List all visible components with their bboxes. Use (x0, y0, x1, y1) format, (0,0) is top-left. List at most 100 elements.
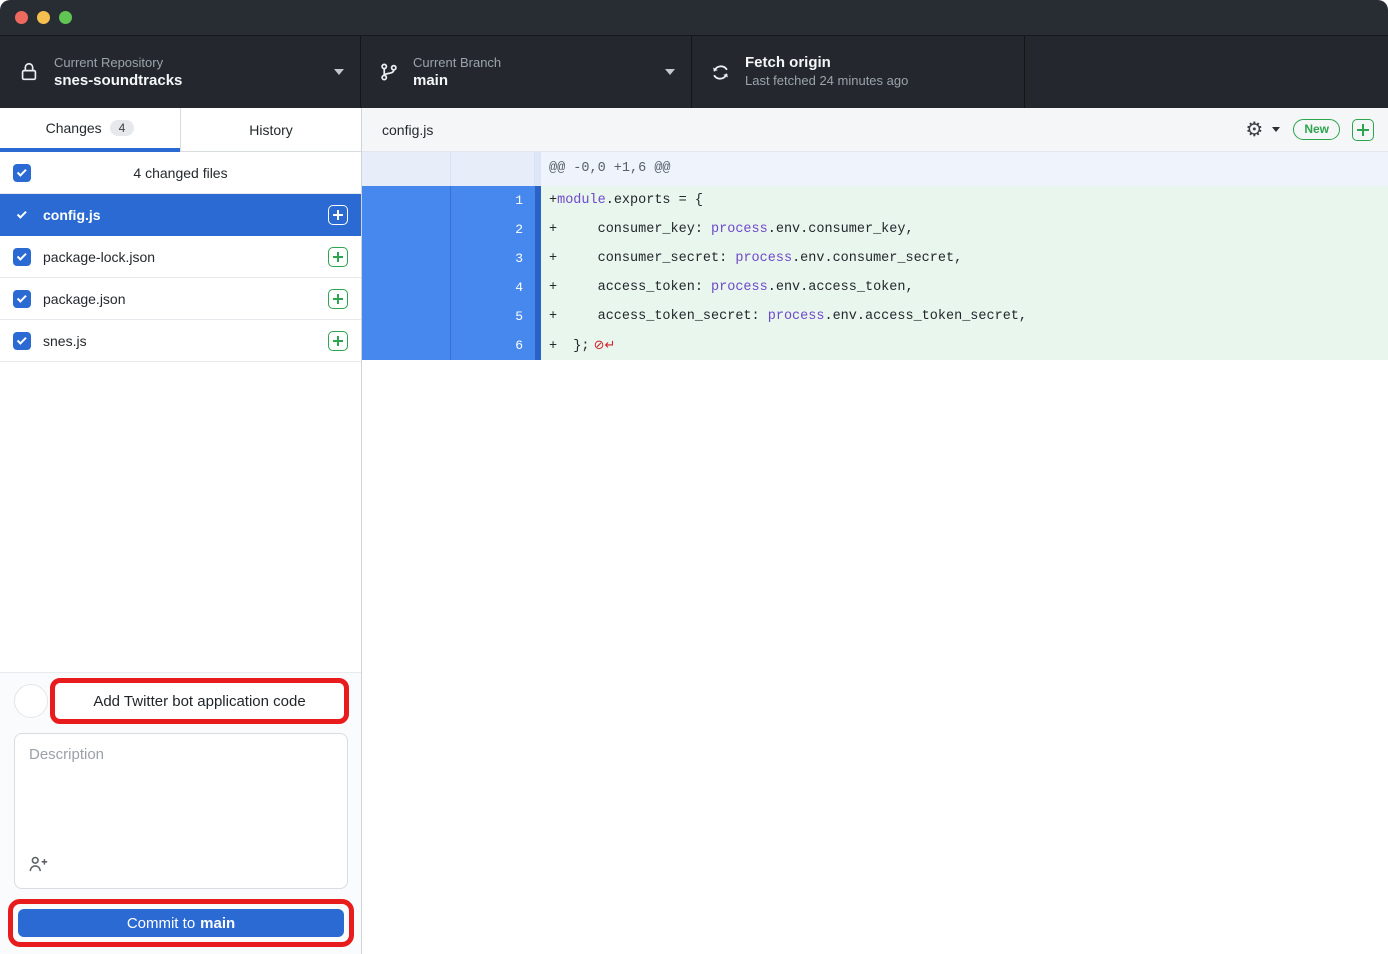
diff-gutter-old[interactable] (362, 302, 451, 331)
diff-pane: config.js ⚙ New @@ -0,0 +1,6 @@ 1+module… (362, 108, 1388, 954)
gear-icon[interactable]: ⚙ (1245, 120, 1263, 140)
diff-code-line: + consumer_key: process.env.consumer_key… (541, 215, 1388, 244)
code-segment: + }; (549, 339, 590, 354)
changed-files-header[interactable]: 4 changed files (0, 152, 361, 194)
diff-line[interactable]: 2+ consumer_key: process.env.consumer_ke… (362, 215, 1388, 244)
current-repository-value: snes-soundtracks (54, 72, 334, 89)
diff-body: @@ -0,0 +1,6 @@ 1+module.exports = {2+ c… (362, 152, 1388, 360)
file-row[interactable]: config.js (0, 194, 361, 236)
minimize-window-button[interactable] (37, 11, 50, 24)
diff-line-number[interactable]: 4 (451, 273, 535, 302)
diff-line[interactable]: 6+ }; ⊘↵ (362, 331, 1388, 360)
toolbar-spacer (1025, 36, 1388, 108)
file-name: config.js (43, 207, 316, 223)
file-name: package.json (43, 291, 316, 307)
fetch-origin-status: Last fetched 24 minutes ago (745, 73, 1008, 88)
diff-line-number[interactable]: 6 (451, 331, 535, 360)
file-row[interactable]: snes.js (0, 320, 361, 362)
hunk-gutter-old (362, 152, 451, 186)
annotation-box-summary: Add Twitter bot application code (50, 678, 349, 724)
commit-description-input[interactable]: Description (14, 733, 348, 889)
code-segment: + (549, 193, 557, 208)
diff-code-line: + access_token: process.env.access_token… (541, 273, 1388, 302)
commit-button[interactable]: Commit to main (18, 909, 344, 937)
diff-gutter-old[interactable] (362, 273, 451, 302)
code-segment: + access_token_secret: (549, 309, 768, 324)
file-checkbox[interactable] (13, 290, 31, 308)
diff-code-line: + access_token_secret: process.env.acces… (541, 302, 1388, 331)
diff-line[interactable]: 4+ access_token: process.env.access_toke… (362, 273, 1388, 302)
file-checkbox[interactable] (13, 206, 31, 224)
zoom-window-button[interactable] (59, 11, 72, 24)
diff-file-name: config.js (382, 122, 1245, 138)
chevron-down-icon (665, 69, 675, 75)
diff-line[interactable]: 5+ access_token_secret: process.env.acce… (362, 302, 1388, 331)
include-file-plus-icon[interactable] (328, 289, 348, 309)
file-checkbox[interactable] (13, 248, 31, 266)
file-row[interactable]: package-lock.json (0, 236, 361, 278)
include-file-plus-icon[interactable] (328, 331, 348, 351)
add-coauthor-icon[interactable] (27, 853, 49, 880)
fetch-origin-button[interactable]: Fetch origin Last fetched 24 minutes ago (692, 36, 1025, 108)
diff-line-number[interactable]: 1 (451, 186, 535, 215)
code-segment: .env.access_token, (768, 280, 914, 295)
current-repository-dropdown[interactable]: Current Repository snes-soundtracks (0, 36, 361, 108)
diff-line[interactable]: 3+ consumer_secret: process.env.consumer… (362, 244, 1388, 273)
code-segment: process (711, 280, 768, 295)
diff-gutter-old[interactable] (362, 186, 451, 215)
diff-gutter-old[interactable] (362, 244, 451, 273)
code-segment: + access_token: (549, 280, 711, 295)
tab-history-label: History (249, 122, 293, 138)
hunk-header-row: @@ -0,0 +1,6 @@ (362, 152, 1388, 186)
expand-diff-plus-icon[interactable] (1352, 119, 1374, 141)
commit-button-label: Commit to (127, 915, 195, 932)
current-branch-text: Current Branch main (413, 55, 665, 89)
diff-line-number[interactable]: 2 (451, 215, 535, 244)
file-checkbox[interactable] (13, 332, 31, 350)
code-segment: .env.access_token_secret, (824, 309, 1027, 324)
diff-gutter-old[interactable] (362, 331, 451, 360)
file-name: snes.js (43, 333, 316, 349)
code-segment: + consumer_secret: (549, 251, 735, 266)
new-file-badge: New (1293, 119, 1340, 140)
current-repository-label: Current Repository (54, 55, 334, 70)
diff-line[interactable]: 1+module.exports = { (362, 186, 1388, 215)
diff-code-line: + }; ⊘↵ (541, 331, 1388, 360)
close-window-button[interactable] (15, 11, 28, 24)
code-segment: process (735, 251, 792, 266)
description-placeholder: Description (15, 734, 347, 775)
commit-button-branch: main (200, 915, 235, 932)
chevron-down-icon (334, 69, 344, 75)
sidebar-tabbar: Changes 4 History (0, 108, 361, 152)
code-segment: .exports = { (606, 193, 703, 208)
changes-count-badge: 4 (110, 120, 135, 136)
include-file-plus-icon[interactable] (328, 205, 348, 225)
commit-summary-input[interactable]: Add Twitter bot application code (93, 693, 305, 710)
git-branch-icon (379, 62, 399, 82)
changed-file-list: config.js package-lock.json package.json sn… (0, 194, 361, 672)
diff-header: config.js ⚙ New (362, 108, 1388, 152)
app-window: Current Repository snes-soundtracks Curr… (0, 0, 1388, 954)
no-newline-marker: ⊘↵ (590, 338, 616, 353)
chevron-down-icon[interactable] (1272, 127, 1280, 132)
check-icon (16, 293, 26, 303)
current-branch-dropdown[interactable]: Current Branch main (361, 36, 692, 108)
code-segment: .env.consumer_key, (768, 222, 914, 237)
titlebar (0, 0, 1388, 36)
tab-history[interactable]: History (180, 108, 361, 152)
file-row[interactable]: package.json (0, 278, 361, 320)
diff-code-line: + consumer_secret: process.env.consumer_… (541, 244, 1388, 273)
diff-line-number[interactable]: 3 (451, 244, 535, 273)
changed-files-count: 4 changed files (0, 165, 361, 181)
check-icon (16, 335, 26, 345)
current-repository-text: Current Repository snes-soundtracks (54, 55, 334, 89)
check-icon (16, 209, 26, 219)
diff-gutter-old[interactable] (362, 215, 451, 244)
diff-controls: ⚙ New (1245, 119, 1374, 141)
diff-line-number[interactable]: 5 (451, 302, 535, 331)
toolbar: Current Repository snes-soundtracks Curr… (0, 36, 1388, 108)
current-branch-value: main (413, 72, 665, 89)
include-file-plus-icon[interactable] (328, 247, 348, 267)
tab-changes[interactable]: Changes 4 (0, 108, 180, 152)
file-name: package-lock.json (43, 249, 316, 265)
